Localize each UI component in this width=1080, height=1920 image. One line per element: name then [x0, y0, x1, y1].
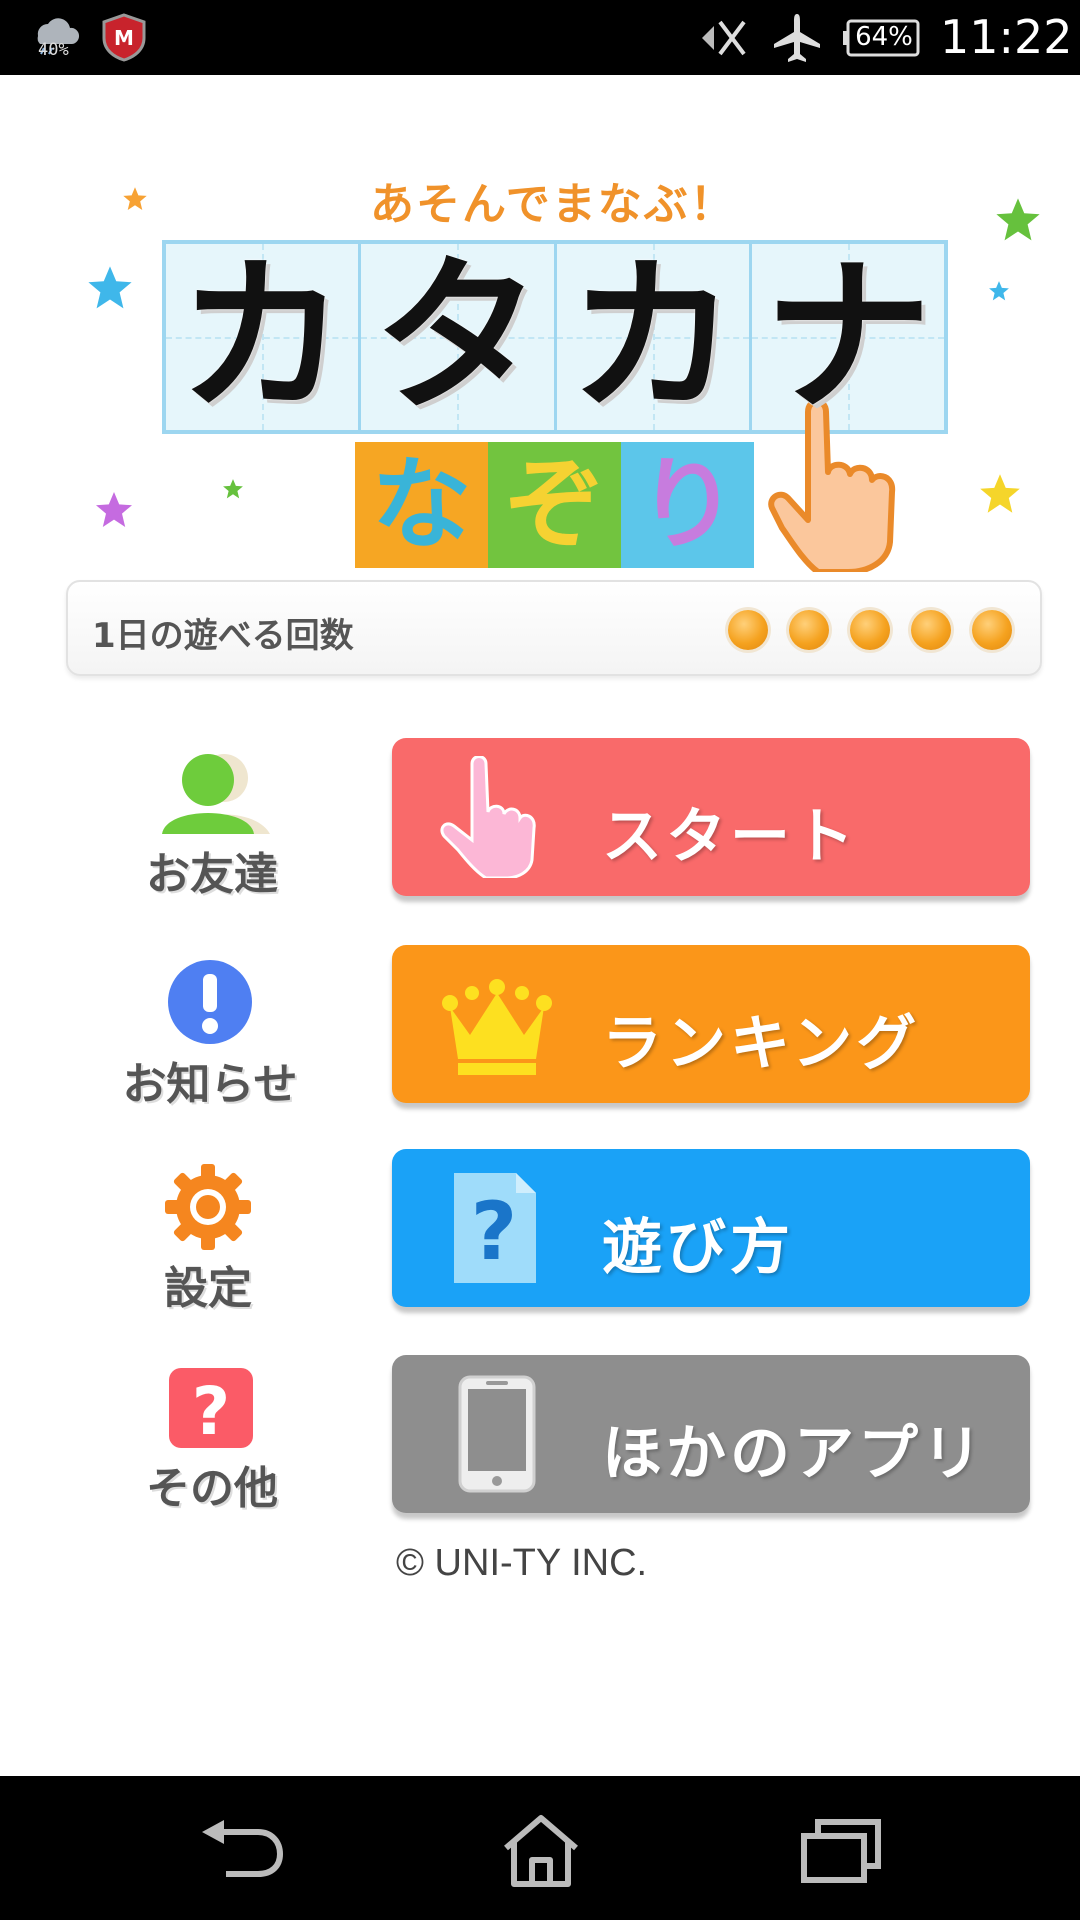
friends-button[interactable]: お友達 — [102, 748, 322, 902]
nazori-char: な — [355, 442, 488, 568]
howto-label: 遊び方 — [602, 1213, 794, 1283]
other-label: その他 — [146, 1463, 278, 1514]
airplane-mode-icon — [774, 14, 820, 62]
settings-label: 設定 — [164, 1263, 252, 1314]
play-dot — [972, 610, 1012, 650]
smartphone-icon — [458, 1375, 536, 1493]
navigation-bar — [0, 1776, 1080, 1920]
home-icon[interactable] — [496, 1812, 586, 1888]
other-apps-button[interactable]: ほかのアプリ — [392, 1355, 1030, 1513]
weather-percent: 40% — [38, 40, 69, 60]
title-char-cell: カ — [166, 239, 362, 435]
title-char: ナ — [763, 239, 932, 435]
pointing-hand-icon — [440, 756, 536, 878]
play-dot — [911, 610, 951, 650]
star-icon — [123, 187, 147, 211]
title-char-cell: カ — [556, 239, 752, 435]
title-char: カ — [178, 239, 347, 435]
help-document-icon: ? — [454, 1173, 536, 1283]
play-counter-dots — [728, 610, 1012, 650]
start-label: スタート — [602, 802, 858, 872]
title-char: タ — [373, 239, 542, 435]
start-button[interactable]: スタート — [392, 738, 1030, 896]
news-label: お知らせ — [122, 1059, 298, 1110]
title-char-cell: ナ — [751, 239, 945, 435]
nazori-char: ぞ — [488, 442, 621, 568]
other-apps-label: ほかのアプリ — [602, 1419, 986, 1489]
daily-plays-panel: 1日の遊べる回数 — [66, 580, 1042, 676]
ranking-label: ランキング — [602, 1009, 921, 1079]
daily-plays-label: 1日の遊べる回数 — [92, 616, 354, 656]
logo-subtitle: あそんでまなぶ！ — [370, 179, 736, 230]
crown-icon — [442, 979, 552, 1075]
star-icon — [980, 474, 1020, 513]
star-icon — [96, 492, 132, 527]
title-char: カ — [568, 239, 737, 435]
svg-text:?: ? — [192, 1373, 230, 1450]
battery-percent: 64% — [855, 22, 913, 52]
clock: 11:22 — [940, 10, 1073, 64]
play-dot — [850, 610, 890, 650]
copyright-text: © UNI-TY INC. — [396, 1542, 648, 1584]
exclamation-icon — [168, 960, 252, 1044]
friends-label: お友達 — [146, 849, 278, 900]
howto-button[interactable]: ? 遊び方 — [392, 1149, 1030, 1307]
star-icon — [996, 198, 1040, 241]
friends-icon — [162, 754, 270, 834]
nazori-char: り — [621, 442, 754, 568]
settings-button[interactable]: 設定 — [98, 1162, 318, 1316]
play-dot — [728, 610, 768, 650]
no-signal-icon — [702, 20, 746, 56]
question-icon: ? — [169, 1368, 253, 1450]
star-icon — [88, 266, 132, 309]
other-button[interactable]: ? その他 — [102, 1366, 322, 1516]
news-button[interactable]: お知らせ — [100, 958, 320, 1112]
recent-apps-icon[interactable] — [796, 1812, 886, 1888]
ranking-button[interactable]: ランキング — [392, 945, 1030, 1103]
status-bar: 40% M 64% 11:22 — [0, 0, 1080, 75]
star-icon — [989, 281, 1009, 301]
play-dot — [789, 610, 829, 650]
title-char-cell: タ — [361, 239, 557, 435]
security-shield-icon: M — [102, 13, 146, 62]
star-icon — [223, 479, 243, 499]
svg-text:M: M — [114, 26, 134, 50]
gear-icon — [165, 1164, 251, 1250]
logo-nazori: な ぞ り — [355, 442, 754, 568]
svg-text:?: ? — [471, 1185, 517, 1278]
back-icon[interactable] — [196, 1812, 286, 1888]
logo-title-grid: カ タ カ ナ — [162, 240, 948, 434]
